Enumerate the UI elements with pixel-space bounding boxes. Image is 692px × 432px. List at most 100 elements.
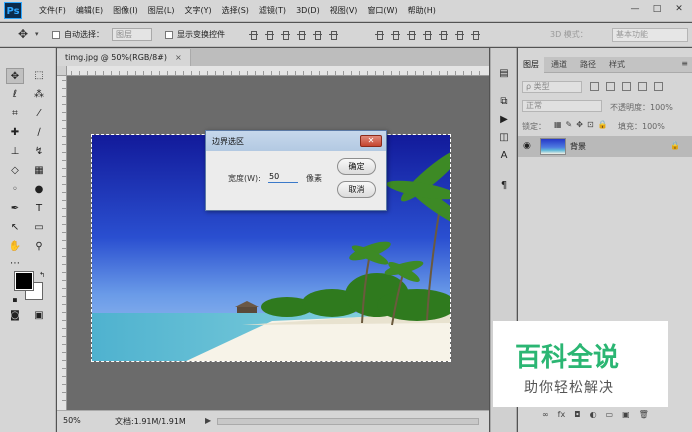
- distribute-left-icon[interactable]: [422, 29, 433, 40]
- filter-kind-select[interactable]: ρ 类型: [522, 81, 582, 93]
- type-icon[interactable]: T: [30, 201, 48, 217]
- adjustment-layer-icon[interactable]: ◐: [590, 410, 597, 419]
- tab-layers[interactable]: 图层: [518, 57, 544, 73]
- zoom-level[interactable]: 50%: [63, 416, 81, 425]
- quick-mask-icon[interactable]: ◙: [6, 308, 24, 324]
- hand-icon[interactable]: ✋: [6, 239, 24, 255]
- visibility-eye-icon[interactable]: ◉: [523, 141, 531, 151]
- cancel-button[interactable]: 取消: [337, 181, 376, 198]
- menu-type[interactable]: 文字(Y): [179, 0, 216, 22]
- auto-select-dropdown[interactable]: 图层: [112, 28, 152, 41]
- menu-edit[interactable]: 编辑(E): [71, 0, 108, 22]
- filter-adjustment-icon[interactable]: [606, 82, 615, 91]
- add-mask-icon[interactable]: ◘: [574, 410, 580, 419]
- menu-window[interactable]: 窗口(W): [362, 0, 402, 22]
- status-menu-arrow-icon[interactable]: ▶: [205, 416, 211, 425]
- menu-filter[interactable]: 滤镜(T): [254, 0, 291, 22]
- chevron-down-icon[interactable]: ▾: [35, 30, 39, 38]
- workspace-select[interactable]: 基本功能: [612, 28, 688, 42]
- move-tool-icon[interactable]: ✥: [18, 28, 28, 40]
- healing-brush-icon[interactable]: ✚: [6, 125, 24, 141]
- new-layer-icon[interactable]: ▣: [622, 410, 630, 419]
- filter-pixel-icon[interactable]: [590, 82, 599, 91]
- menu-layer[interactable]: 图层(L): [143, 0, 180, 22]
- close-button[interactable]: ✕: [670, 2, 688, 16]
- brush-icon[interactable]: ∕: [30, 125, 48, 141]
- brush-presets-icon[interactable]: ◫: [496, 130, 512, 146]
- menu-image[interactable]: 图像(I): [108, 0, 143, 22]
- distribute-bottom-icon[interactable]: [406, 29, 417, 40]
- tab-styles[interactable]: 样式: [604, 57, 630, 73]
- eyedropper-icon[interactable]: ⁄: [30, 106, 48, 122]
- magic-wand-icon[interactable]: ⁂: [30, 87, 48, 103]
- ok-button[interactable]: 确定: [337, 158, 376, 175]
- layer-style-icon[interactable]: fx: [558, 410, 566, 419]
- gradient-icon[interactable]: ▦: [30, 163, 48, 179]
- dialog-close-button[interactable]: ✕: [360, 135, 382, 147]
- pen-icon[interactable]: ✒: [6, 201, 24, 217]
- dodge-icon[interactable]: ●: [30, 182, 48, 198]
- filter-shape-icon[interactable]: [638, 82, 647, 91]
- fill-label[interactable]: 填充：100%: [618, 121, 665, 132]
- move-icon[interactable]: ✥: [6, 68, 24, 84]
- align-bottom-icon[interactable]: [280, 29, 291, 40]
- more-tools-icon[interactable]: ⋯: [6, 256, 24, 272]
- distribute-top-icon[interactable]: [374, 29, 385, 40]
- dialog-titlebar[interactable]: 边界选区 ✕: [206, 131, 386, 151]
- auto-align-icon[interactable]: [470, 29, 481, 40]
- menu-file[interactable]: 文件(F): [34, 0, 71, 22]
- foreground-color-swatch[interactable]: [14, 271, 34, 291]
- menu-select[interactable]: 选择(S): [217, 0, 254, 22]
- blend-mode-select[interactable]: 正常: [522, 100, 602, 112]
- menu-view[interactable]: 视图(V): [325, 0, 363, 22]
- new-group-icon[interactable]: ▭: [606, 410, 614, 419]
- align-top-icon[interactable]: [248, 29, 259, 40]
- document-tab[interactable]: timg.jpg @ 50%(RGB/8#) ×: [57, 49, 191, 66]
- ruler-tick: [239, 71, 240, 75]
- paragraph-panel-icon[interactable]: ¶: [496, 178, 512, 194]
- align-right-icon[interactable]: [328, 29, 339, 40]
- panel-menu-icon[interactable]: ≡: [681, 59, 688, 68]
- eraser-icon[interactable]: ◇: [6, 163, 24, 179]
- tab-paths[interactable]: 路径: [575, 57, 601, 73]
- history-panel-icon[interactable]: ▤: [496, 66, 512, 82]
- layer-row-background[interactable]: ◉ 背景 🔒: [518, 136, 692, 157]
- minimize-button[interactable]: —: [626, 2, 644, 16]
- restore-button[interactable]: □: [648, 2, 666, 16]
- history-brush-icon[interactable]: ↯: [30, 144, 48, 160]
- opacity-label[interactable]: 不透明度：100%: [610, 102, 673, 113]
- shape-icon[interactable]: ▭: [30, 220, 48, 236]
- marquee-icon[interactable]: ⬚: [30, 68, 48, 84]
- distribute-hcenter-icon[interactable]: [438, 29, 449, 40]
- filter-type-icon[interactable]: [622, 82, 631, 91]
- align-vcenter-icon[interactable]: [264, 29, 275, 40]
- blur-icon[interactable]: ◦: [6, 182, 24, 198]
- swap-colors-icon[interactable]: ↰: [33, 267, 51, 283]
- screen-mode-icon[interactable]: ▣: [30, 308, 48, 324]
- crop-icon[interactable]: ⌗: [6, 106, 24, 122]
- play-icon[interactable]: ▶: [496, 112, 512, 128]
- auto-select-checkbox[interactable]: [52, 31, 60, 39]
- horizontal-scrollbar[interactable]: [217, 418, 479, 425]
- actions-panel-icon[interactable]: ⧉: [496, 94, 512, 110]
- zoom-icon[interactable]: ⚲: [30, 239, 48, 255]
- show-transform-checkbox[interactable]: [165, 31, 173, 39]
- character-panel-icon[interactable]: A: [496, 148, 512, 164]
- menu-help[interactable]: 帮助(H): [403, 0, 441, 22]
- distribute-right-icon[interactable]: [454, 29, 465, 40]
- width-input[interactable]: [268, 170, 298, 183]
- align-left-icon[interactable]: [296, 29, 307, 40]
- lasso-icon[interactable]: ℓ: [6, 87, 24, 103]
- tab-channels[interactable]: 通道: [546, 57, 572, 73]
- distribute-vcenter-icon[interactable]: [390, 29, 401, 40]
- link-layers-icon[interactable]: ∞: [542, 410, 549, 419]
- lock-buttons[interactable]: ▦✎✥⊡🔒: [554, 120, 612, 129]
- default-colors-icon[interactable]: ◾: [6, 292, 24, 308]
- menu-3d[interactable]: 3D(D): [291, 0, 325, 22]
- align-hcenter-icon[interactable]: [312, 29, 323, 40]
- delete-layer-icon[interactable]: 🗑: [639, 410, 649, 419]
- path-selection-icon[interactable]: ↖: [6, 220, 24, 236]
- filter-smart-icon[interactable]: [654, 82, 663, 91]
- close-tab-icon[interactable]: ×: [175, 53, 182, 62]
- clone-stamp-icon[interactable]: ⊥: [6, 144, 24, 160]
